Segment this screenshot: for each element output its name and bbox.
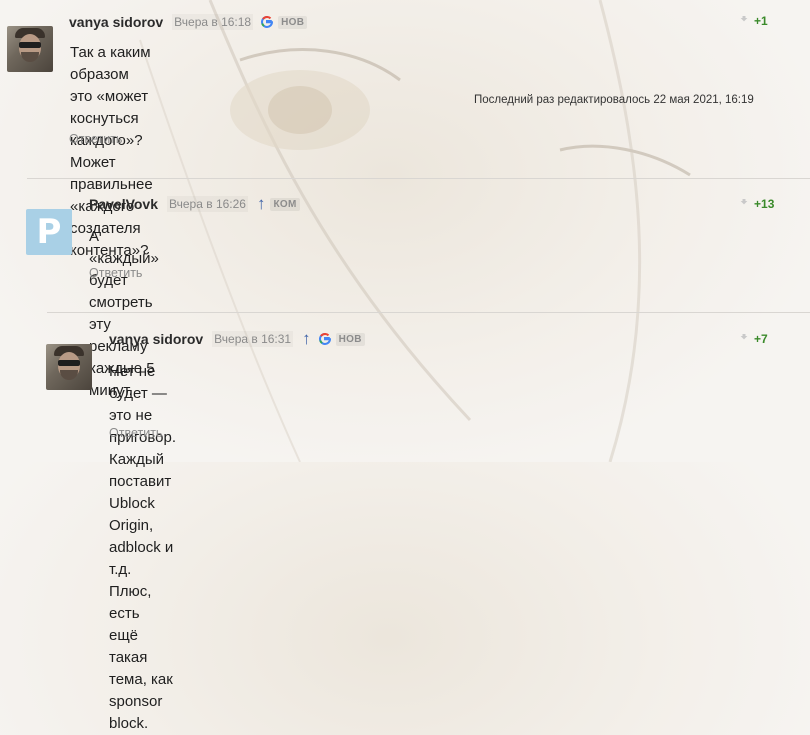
comment-score: +1 — [754, 14, 768, 28]
comment-timestamp[interactable]: Вчера в 16:31 — [212, 331, 293, 347]
comment-author[interactable]: vanya sidorov — [109, 331, 203, 347]
reply-button[interactable]: Ответить — [69, 132, 122, 146]
edit-note: Последний раз редактировалось 22 мая 202… — [474, 94, 754, 106]
comment-text-line: ещё такая тема, как sponsor block. — [109, 627, 173, 732]
reply-button[interactable]: Ответить — [109, 426, 162, 440]
avatar-letter: P — [36, 212, 62, 252]
avatar[interactable] — [7, 26, 53, 72]
user-badge: НОВ — [335, 332, 365, 346]
comment-timestamp[interactable]: Вчера в 16:18 — [172, 14, 253, 30]
comment-text-line: Нет не будет — это не приговор. Каждый п… — [109, 363, 176, 622]
down-arrow-icon[interactable]: 🠻 — [740, 193, 748, 215]
avatar[interactable]: P — [26, 209, 72, 255]
divider — [47, 312, 810, 313]
google-icon — [318, 333, 331, 345]
avatar[interactable] — [46, 344, 92, 390]
reply-button[interactable]: Ответить — [89, 266, 142, 280]
divider — [27, 178, 810, 179]
user-badge: КОМ — [270, 197, 300, 211]
comment-score: +7 — [754, 332, 768, 346]
down-arrow-icon[interactable]: 🠻 — [740, 328, 748, 350]
up-arrow-icon[interactable]: ↑ — [257, 195, 266, 212]
user-badge: НОВ — [278, 15, 308, 29]
comment-timestamp[interactable]: Вчера в 16:26 — [167, 196, 248, 212]
comment-score: +13 — [754, 197, 775, 211]
down-arrow-icon[interactable]: 🠻 — [740, 10, 748, 32]
up-arrow-icon[interactable]: ↑ — [302, 330, 311, 347]
google-icon — [261, 16, 274, 28]
comment-author[interactable]: PavelVovk — [89, 196, 158, 212]
comment-author[interactable]: vanya sidorov — [69, 14, 163, 30]
